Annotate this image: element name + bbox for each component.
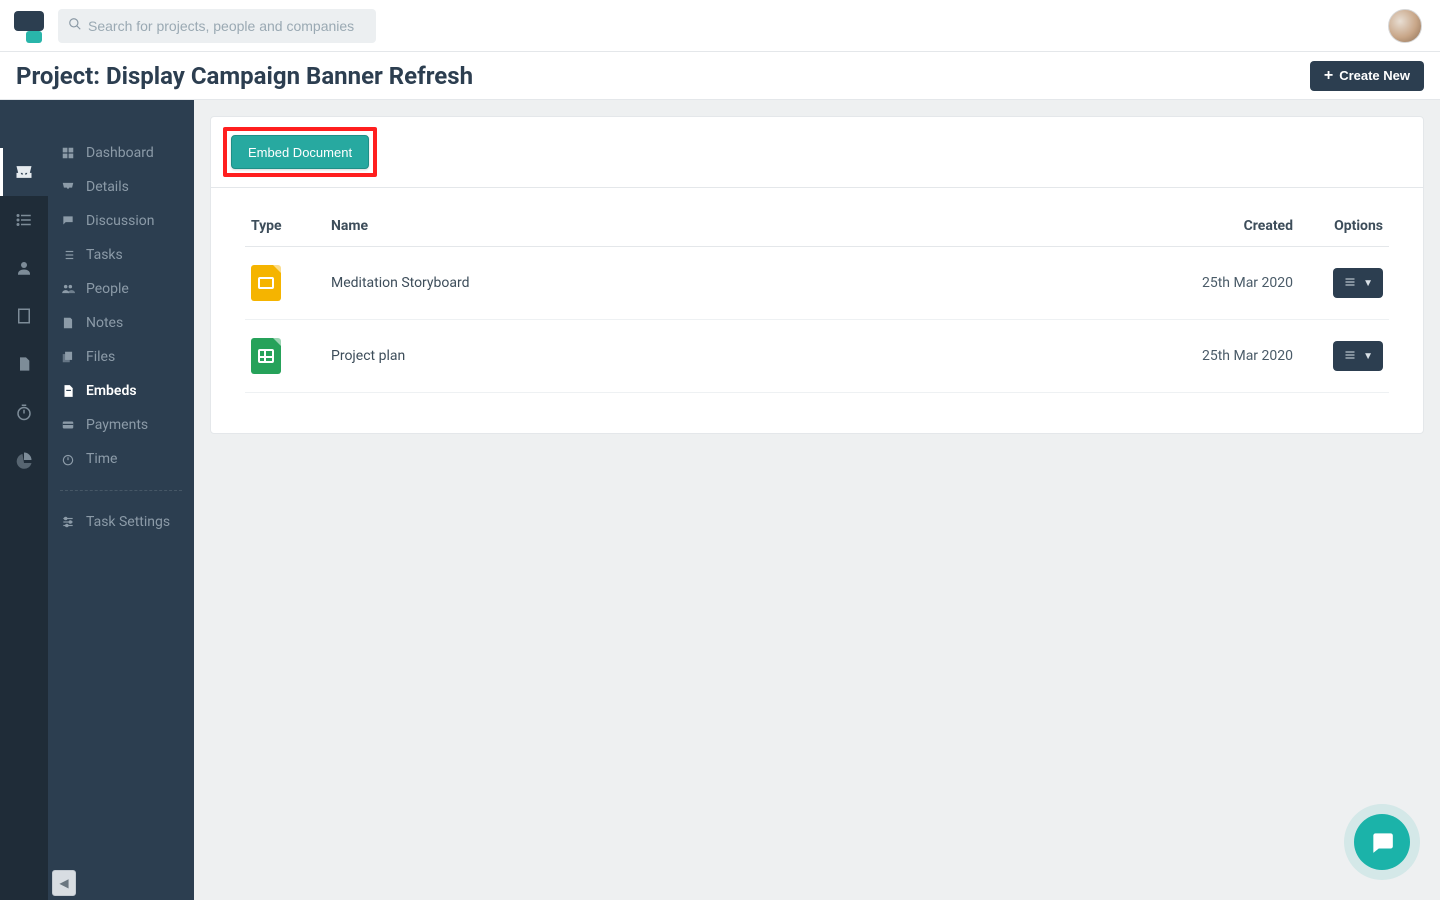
sidebar-item-notes[interactable]: Notes bbox=[48, 306, 194, 340]
doc-name[interactable]: Project plan bbox=[325, 320, 1159, 393]
rail-building[interactable] bbox=[0, 292, 48, 340]
embed-icon bbox=[60, 384, 76, 398]
sidebar-item-label: Dashboard bbox=[86, 145, 154, 161]
doc-created: 25th Mar 2020 bbox=[1159, 247, 1299, 320]
rail-spacer bbox=[0, 100, 48, 148]
col-type: Type bbox=[245, 206, 325, 247]
col-name: Name bbox=[325, 206, 1159, 247]
note-icon bbox=[60, 316, 76, 330]
sidebar-item-label: Tasks bbox=[86, 247, 123, 263]
hamburger-icon bbox=[1343, 275, 1357, 291]
table-row: Meditation Storyboard 25th Mar 2020 ▼ bbox=[245, 247, 1389, 320]
sidebar-item-tasks[interactable]: Tasks bbox=[48, 238, 194, 272]
sidebar-item-discussion[interactable]: Discussion bbox=[48, 204, 194, 238]
topbar bbox=[0, 0, 1440, 52]
sidebar-item-label: Embeds bbox=[86, 383, 137, 399]
sidebar-item-label: People bbox=[86, 281, 129, 297]
highlight-annotation: Embed Document bbox=[223, 127, 377, 177]
doc-name[interactable]: Meditation Storyboard bbox=[325, 247, 1159, 320]
sidebar-item-payments[interactable]: Payments bbox=[48, 408, 194, 442]
sidebar-item-label: Notes bbox=[86, 315, 123, 331]
create-new-label: Create New bbox=[1339, 68, 1410, 83]
grid-icon bbox=[60, 146, 76, 160]
sidebar: Dashboard Details Discussion Tasks Peopl… bbox=[48, 100, 194, 900]
sidebar-item-embeds[interactable]: Embeds bbox=[48, 374, 194, 408]
rail-user[interactable] bbox=[0, 244, 48, 292]
create-new-button[interactable]: + Create New bbox=[1310, 61, 1424, 91]
tasks-icon bbox=[60, 248, 76, 262]
page-title: Project: Display Campaign Banner Refresh bbox=[16, 62, 473, 90]
settings-icon bbox=[60, 515, 76, 529]
chat-fab[interactable] bbox=[1354, 814, 1410, 870]
copy-icon bbox=[60, 350, 76, 364]
sidebar-item-dashboard[interactable]: Dashboard bbox=[48, 136, 194, 170]
sidebar-divider bbox=[60, 490, 182, 491]
chat-bubble-icon bbox=[1369, 829, 1395, 855]
sidebar-item-label: Task Settings bbox=[86, 514, 170, 530]
avatar[interactable] bbox=[1388, 9, 1422, 43]
col-options: Options bbox=[1299, 206, 1389, 247]
inbox-icon bbox=[60, 180, 76, 194]
rail-pie[interactable] bbox=[0, 436, 48, 484]
rail-list[interactable] bbox=[0, 196, 48, 244]
project-header: Project: Display Campaign Banner Refresh… bbox=[0, 52, 1440, 100]
table-header-row: Type Name Created Options bbox=[245, 206, 1389, 247]
sidebar-item-details[interactable]: Details bbox=[48, 170, 194, 204]
panel-body: Type Name Created Options bbox=[211, 188, 1423, 433]
sidebar-item-label: Files bbox=[86, 349, 115, 365]
rail-timer[interactable] bbox=[0, 388, 48, 436]
sidebar-item-time[interactable]: Time bbox=[48, 442, 194, 476]
row-options-button[interactable]: ▼ bbox=[1333, 268, 1383, 298]
col-created: Created bbox=[1159, 206, 1299, 247]
hamburger-icon bbox=[1343, 348, 1357, 364]
card-icon bbox=[60, 418, 76, 432]
sidebar-item-label: Details bbox=[86, 179, 129, 195]
search-input[interactable] bbox=[58, 9, 376, 43]
plus-icon: + bbox=[1324, 68, 1333, 84]
chevron-down-icon: ▼ bbox=[1363, 278, 1373, 289]
sidebar-item-files[interactable]: Files bbox=[48, 340, 194, 374]
google-sheets-icon bbox=[251, 338, 281, 374]
row-options-button[interactable]: ▼ bbox=[1333, 341, 1383, 371]
rail-file[interactable] bbox=[0, 340, 48, 388]
chevron-down-icon: ▼ bbox=[1363, 351, 1373, 362]
nav-rail bbox=[0, 100, 48, 900]
sidebar-item-label: Payments bbox=[86, 417, 148, 433]
table-row: Project plan 25th Mar 2020 ▼ bbox=[245, 320, 1389, 393]
content-area: Embed Document Type Name Created Options bbox=[194, 100, 1440, 900]
rail-inbox[interactable] bbox=[0, 148, 48, 196]
panel-header: Embed Document bbox=[211, 117, 1423, 188]
embeds-panel: Embed Document Type Name Created Options bbox=[210, 116, 1424, 434]
clock-icon bbox=[60, 452, 76, 466]
documents-table: Type Name Created Options bbox=[245, 206, 1389, 393]
sidebar-item-task-settings[interactable]: Task Settings bbox=[48, 505, 194, 539]
search-icon bbox=[68, 17, 82, 35]
google-slides-icon bbox=[251, 265, 281, 301]
sidebar-item-label: Time bbox=[86, 451, 117, 467]
embed-document-button[interactable]: Embed Document bbox=[231, 135, 369, 169]
people-icon bbox=[60, 282, 76, 296]
doc-created: 25th Mar 2020 bbox=[1159, 320, 1299, 393]
sidebar-item-people[interactable]: People bbox=[48, 272, 194, 306]
search-wrap bbox=[58, 9, 376, 43]
sidebar-item-label: Discussion bbox=[86, 213, 154, 229]
app-logo[interactable] bbox=[14, 9, 48, 43]
sidebar-collapse-button[interactable]: ◀ bbox=[52, 870, 76, 896]
chat-icon bbox=[60, 214, 76, 228]
